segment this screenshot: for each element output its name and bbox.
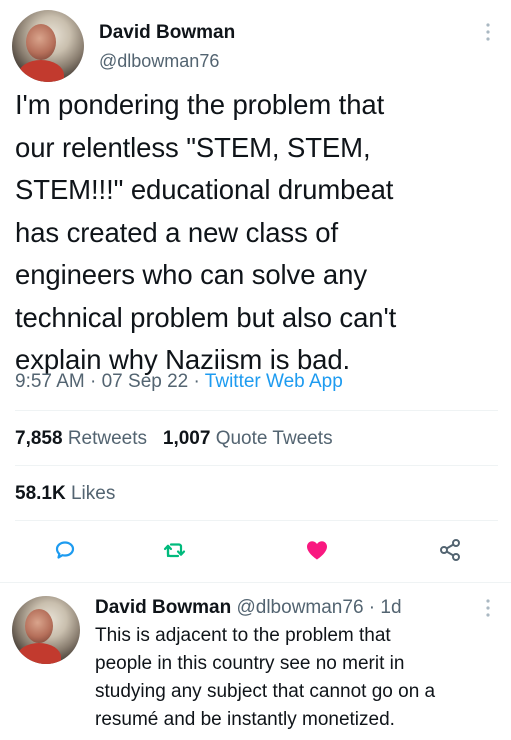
retweets-label: Retweets bbox=[67, 428, 148, 449]
quote-label: Quote Tweets bbox=[215, 428, 333, 449]
quotes-stat[interactable]: 1,007 Quote Tweets bbox=[163, 428, 333, 449]
author-name[interactable]: David Bowman bbox=[99, 22, 235, 44]
share-button[interactable] bbox=[435, 535, 465, 565]
reply-icon bbox=[55, 541, 75, 559]
reply-header: David Bowman @dlbowman76 · 1d bbox=[95, 597, 402, 619]
avatar-shirt bbox=[17, 643, 61, 664]
avatar-face bbox=[26, 24, 56, 60]
more-options-icon[interactable] bbox=[481, 20, 495, 44]
divider bbox=[15, 410, 498, 411]
avatar-face bbox=[25, 609, 53, 643]
reply-author-avatar[interactable] bbox=[12, 596, 80, 664]
reply-button[interactable] bbox=[50, 535, 80, 565]
tweet-source[interactable]: Twitter Web App bbox=[205, 371, 343, 392]
reply-author-handle[interactable]: @dlbowman76 bbox=[236, 597, 363, 618]
likes-label: Likes bbox=[70, 483, 116, 504]
retweet-button[interactable] bbox=[160, 535, 190, 565]
tweet-meta: 9:57 AM · 07 Sep 22 · Twitter Web App bbox=[15, 371, 343, 393]
retweet-icon bbox=[163, 543, 186, 558]
likes-count: 58.1K bbox=[15, 483, 66, 504]
divider bbox=[0, 582, 511, 583]
meta-separator: · bbox=[90, 371, 97, 392]
likes-stat[interactable]: 58.1K Likes bbox=[15, 483, 115, 505]
divider bbox=[15, 520, 498, 521]
heart-icon bbox=[307, 541, 327, 560]
divider bbox=[15, 465, 498, 466]
tweet-date[interactable]: 07 Sep 22 bbox=[102, 371, 189, 392]
author-handle[interactable]: @dlbowman76 bbox=[99, 51, 219, 72]
reply-more-options-icon[interactable] bbox=[481, 596, 495, 620]
tweet-time[interactable]: 9:57 AM bbox=[15, 371, 85, 392]
tweet-text: I'm pondering the problem that our relen… bbox=[15, 89, 397, 375]
share-icon bbox=[440, 539, 460, 561]
reply-author-name[interactable]: David Bowman bbox=[95, 597, 231, 618]
retweets-stat[interactable]: 7,858 Retweets bbox=[15, 428, 152, 449]
reply-time[interactable]: · 1d bbox=[369, 597, 402, 618]
reply-text: This is adjacent to the problem that peo… bbox=[95, 625, 436, 730]
like-button[interactable] bbox=[302, 535, 332, 565]
retweets-count: 7,858 bbox=[15, 428, 63, 449]
stats-row: 7,858 Retweets 1,007 Quote Tweets bbox=[15, 428, 333, 450]
meta-separator: · bbox=[193, 371, 200, 392]
avatar-shirt bbox=[18, 60, 64, 82]
quote-count: 1,007 bbox=[162, 428, 211, 449]
author-avatar[interactable] bbox=[12, 10, 84, 82]
